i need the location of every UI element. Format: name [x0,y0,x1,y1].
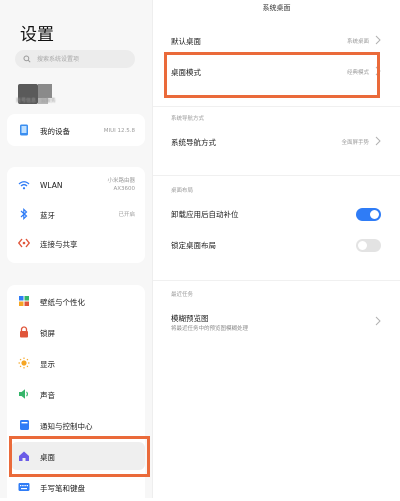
highlight-desktop-item [9,436,150,477]
bluetooth-icon [18,208,30,220]
default-launcher-row[interactable]: 默认桌面 系统桌面 [171,30,381,52]
search-bar[interactable] [15,50,135,68]
divider [153,280,400,281]
page-title: 系统桌面 [262,4,291,12]
chevron-right-icon [375,35,381,45]
nav-mode-row[interactable]: 系统导航方式 全面屏手势 [171,131,381,153]
sidebar-item-lockscreen[interactable]: 锁屏 [7,318,145,346]
chevron-right-icon [375,136,381,146]
lock-icon [18,326,30,338]
sidebar-item-wlan[interactable]: WLAN 小米路由器 AX3600 [7,171,145,199]
sidebar-item-notifications[interactable]: 通知与控制中心 [7,411,145,439]
sun-icon [18,357,30,369]
avatar-blur [38,84,52,98]
phone-icon [18,124,30,136]
settings-window: 设置 账号信息 · 云服务 我的设备 MIUI 12.5.8 [0,0,400,498]
sidebar-item-connection-sharing[interactable]: 连接与共享 [7,229,145,257]
sidebar-item-stylus-keyboard[interactable]: 手写笔和键盘 [7,473,145,501]
layout-section-header: 桌面布局 [171,188,194,194]
share-icon [18,237,30,249]
lock-layout-toggle[interactable] [356,239,381,252]
sidebar: 设置 账号信息 · 云服务 我的设备 MIUI 12.5.8 [0,0,153,498]
auto-fill-row[interactable]: 卸载应用后自动补位 [171,203,381,225]
main-panel: 系统桌面 默认桌面 系统桌面 桌面模式 经典模式 系统导航方式 系统导航方式 全… [153,0,400,498]
wifi-icon [18,179,30,191]
lock-layout-row[interactable]: 锁定桌面布局 [171,234,381,256]
divider [153,106,400,107]
palette-icon [18,295,30,307]
search-input[interactable] [35,54,131,64]
nav-section-header: 系统导航方式 [171,116,205,122]
device-card: 我的设备 MIUI 12.5.8 [7,114,145,146]
account-profile[interactable]: 账号信息 · 云服务 [16,84,138,106]
speaker-icon [18,388,30,400]
sidebar-item-bluetooth[interactable]: 蓝牙 已开启 [7,200,145,228]
account-subtitle: 账号信息 · 云服务 [16,98,56,104]
connectivity-card: WLAN 小米路由器 AX3600 蓝牙 已开启 连接与共享 [7,167,145,263]
divider [153,175,400,176]
chevron-right-icon [375,316,381,326]
highlight-desktop-mode [164,52,380,98]
keyboard-icon [18,481,30,493]
auto-fill-toggle[interactable] [356,208,381,221]
notification-icon [18,419,30,431]
search-icon [23,55,31,63]
sidebar-item-display[interactable]: 显示 [7,349,145,377]
app-title: 设置 [20,25,54,45]
blur-preview-row[interactable]: 模糊预览图 将最近任务中的预览图模糊处理 [171,307,381,337]
recent-section-header: 最近任务 [171,292,194,298]
sidebar-item-my-device[interactable]: 我的设备 MIUI 12.5.8 [7,116,145,144]
sidebar-item-wallpaper[interactable]: 壁纸与个性化 [7,287,145,315]
sidebar-item-sound[interactable]: 声音 [7,380,145,408]
